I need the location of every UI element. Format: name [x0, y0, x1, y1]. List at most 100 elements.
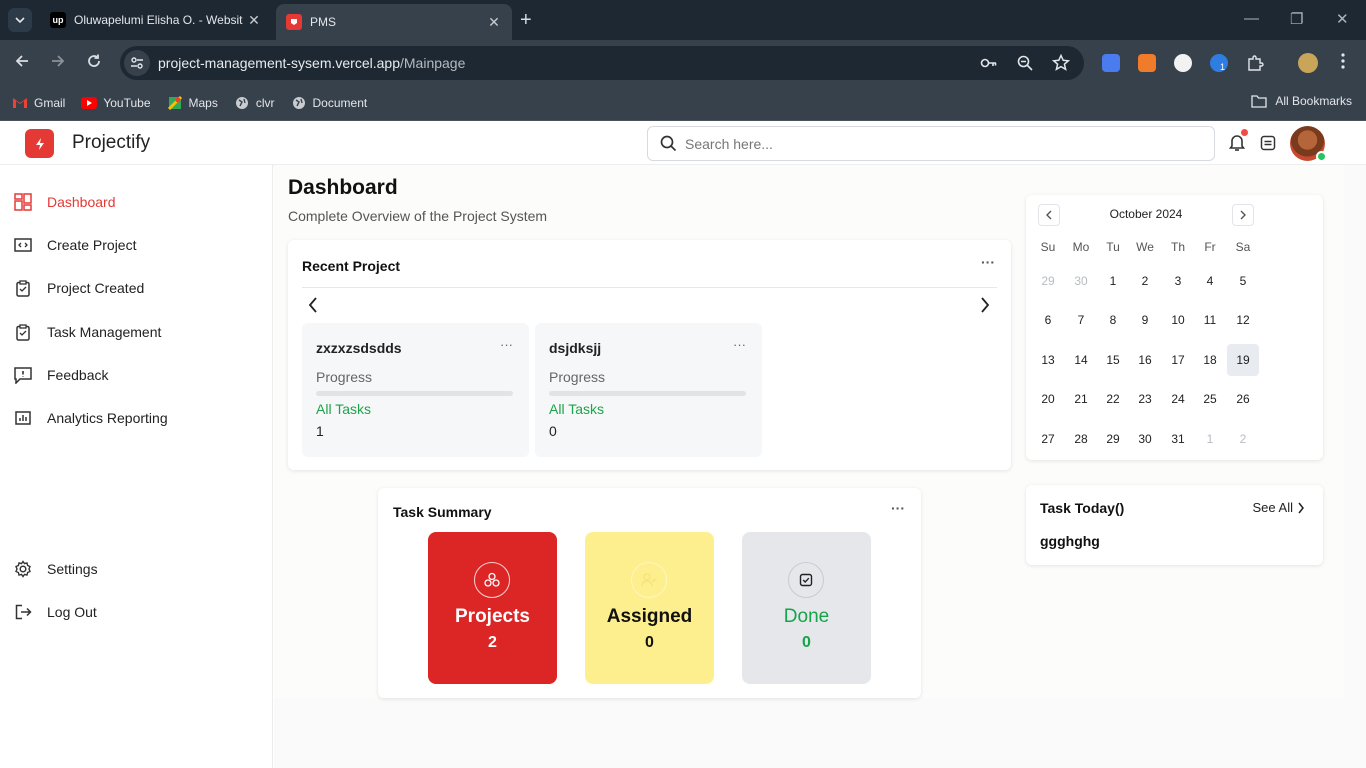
bookmark-clvr[interactable]: clvr	[234, 95, 275, 111]
profile-avatar[interactable]	[1298, 53, 1318, 73]
sidebar-item-task-management[interactable]: Task Management	[14, 323, 161, 341]
bookmark-star-icon[interactable]	[1052, 54, 1070, 72]
calendar-day[interactable]: 19	[1227, 344, 1259, 376]
back-button[interactable]	[14, 53, 30, 72]
calendar-day[interactable]: 17	[1162, 344, 1194, 376]
calendar-day[interactable]: 4	[1194, 265, 1226, 297]
extension-circle-icon[interactable]	[1174, 54, 1192, 72]
extensions-puzzle-icon[interactable]	[1246, 54, 1264, 72]
app-logo[interactable]	[25, 129, 54, 158]
carousel-prev-button[interactable]	[308, 297, 318, 318]
restore-window-icon[interactable]: ❐	[1290, 10, 1303, 28]
calendar-day[interactable]: 5	[1227, 265, 1259, 297]
calendar-day[interactable]: 22	[1097, 383, 1129, 415]
address-bar[interactable]: project-management-sysem.vercel.app/Main…	[120, 46, 1084, 80]
calendar-day[interactable]: 26	[1227, 383, 1259, 415]
sidebar-item-feedback[interactable]: Feedback	[14, 366, 108, 384]
calendar-day[interactable]: 29	[1097, 423, 1129, 455]
password-key-icon[interactable]	[980, 54, 998, 72]
calendar-day[interactable]: 8	[1097, 304, 1129, 336]
calendar-day[interactable]: 12	[1227, 304, 1259, 336]
all-tasks-link[interactable]: All Tasks	[549, 401, 604, 417]
sidebar-item-analytics-reporting[interactable]: Analytics Reporting	[14, 409, 168, 427]
calendar-day[interactable]: 15	[1097, 344, 1129, 376]
calendar-day[interactable]: 31	[1162, 423, 1194, 455]
see-all-link[interactable]: See All	[1253, 500, 1305, 515]
calendar-day-of-week: Su	[1040, 240, 1056, 254]
notification-dot	[1241, 129, 1248, 136]
calendar-day[interactable]: 10	[1162, 304, 1194, 336]
calendar-next-month-button[interactable]	[1232, 204, 1254, 226]
tab-search-button[interactable]	[8, 8, 32, 32]
browser-tab-pms[interactable]: PMS ✕	[276, 4, 512, 40]
bookmark-maps[interactable]: Maps	[167, 95, 218, 111]
zoom-icon[interactable]	[1016, 54, 1034, 72]
calendar-day[interactable]: 1	[1097, 265, 1129, 297]
calendar-day[interactable]: 6	[1032, 304, 1064, 336]
calendar-day[interactable]: 7	[1065, 304, 1097, 336]
calendar-day[interactable]: 20	[1032, 383, 1064, 415]
project-card[interactable]: zxzxzsdsdds ··· Progress All Tasks 1	[302, 323, 529, 457]
calendar-day[interactable]: 27	[1032, 423, 1064, 455]
close-tab-icon[interactable]: ✕	[246, 12, 262, 29]
checkbox-done-icon	[788, 562, 824, 598]
reload-button[interactable]	[86, 53, 102, 72]
bookmark-youtube[interactable]: YouTube	[81, 95, 151, 111]
sidebar-item-create-project[interactable]: Create Project	[14, 236, 136, 254]
calendar-day[interactable]: 2	[1227, 423, 1259, 455]
search-input[interactable]	[685, 135, 1165, 152]
calendar-day[interactable]: 18	[1194, 344, 1226, 376]
calendar-day[interactable]: 24	[1162, 383, 1194, 415]
sidebar-item-dashboard[interactable]: Dashboard	[14, 193, 116, 211]
sidebar-item-log-out[interactable]: Log Out	[14, 603, 97, 621]
new-tab-button[interactable]: +	[520, 10, 532, 30]
task-summary-menu-icon[interactable]: ···	[891, 500, 905, 516]
close-tab-icon[interactable]: ✕	[486, 14, 502, 31]
project-menu-icon[interactable]: ···	[500, 337, 513, 352]
calendar-day[interactable]: 14	[1065, 344, 1097, 376]
project-menu-icon[interactable]: ···	[733, 337, 746, 352]
messages-button[interactable]	[1260, 135, 1276, 156]
calendar-day[interactable]: 21	[1065, 383, 1097, 415]
calendar-day[interactable]: 23	[1129, 383, 1161, 415]
url-text: project-management-sysem.vercel.app/Main…	[158, 55, 465, 71]
bookmark-gmail[interactable]: Gmail	[12, 95, 65, 111]
carousel-next-button[interactable]	[980, 297, 990, 318]
calendar-day[interactable]: 3	[1162, 265, 1194, 297]
url-path: /Mainpage	[400, 55, 466, 71]
calendar-day[interactable]: 13	[1032, 344, 1064, 376]
calendar-day[interactable]: 28	[1065, 423, 1097, 455]
bookmark-document[interactable]: Document	[291, 95, 367, 111]
extension-blue-icon[interactable]: 1	[1210, 54, 1228, 72]
task-today-item[interactable]: ggghghg	[1040, 533, 1100, 549]
calendar-day[interactable]: 11	[1194, 304, 1226, 336]
browser-tab-upwork[interactable]: up Oluwapelumi Elisha O. - Websit ✕	[40, 4, 272, 36]
sidebar-item-project-created[interactable]: Project Created	[14, 279, 144, 297]
calendar-day[interactable]: 30	[1129, 423, 1161, 455]
close-window-icon[interactable]: ✕	[1336, 10, 1349, 28]
calendar-day[interactable]: 1	[1194, 423, 1226, 455]
project-card[interactable]: dsjdksjj ··· Progress All Tasks 0	[535, 323, 762, 457]
all-tasks-link[interactable]: All Tasks	[316, 401, 371, 417]
site-settings-icon[interactable]	[124, 50, 150, 76]
extension-docs-icon[interactable]	[1102, 54, 1120, 72]
notification-button[interactable]	[1228, 133, 1246, 157]
calendar-day[interactable]: 2	[1129, 265, 1161, 297]
all-bookmarks-button[interactable]: All Bookmarks	[1251, 94, 1352, 108]
sidebar-item-label: Analytics Reporting	[47, 410, 168, 426]
calendar-day[interactable]: 16	[1129, 344, 1161, 376]
assigned-summary-box[interactable]: Assigned 0	[585, 532, 714, 684]
recent-project-menu-icon[interactable]: ···	[981, 254, 995, 270]
forward-button[interactable]	[50, 53, 66, 72]
extension-orange-icon[interactable]	[1138, 54, 1156, 72]
sidebar-item-settings[interactable]: Settings	[14, 560, 98, 578]
search-bar[interactable]	[647, 126, 1215, 161]
calendar-day[interactable]: 29	[1032, 265, 1064, 297]
calendar-day[interactable]: 30	[1065, 265, 1097, 297]
done-summary-box[interactable]: Done 0	[742, 532, 871, 684]
calendar-day[interactable]: 25	[1194, 383, 1226, 415]
minimize-window-icon[interactable]: —	[1244, 10, 1259, 27]
browser-menu-icon[interactable]	[1340, 52, 1346, 73]
calendar-day[interactable]: 9	[1129, 304, 1161, 336]
projects-summary-box[interactable]: Projects 2	[428, 532, 557, 684]
